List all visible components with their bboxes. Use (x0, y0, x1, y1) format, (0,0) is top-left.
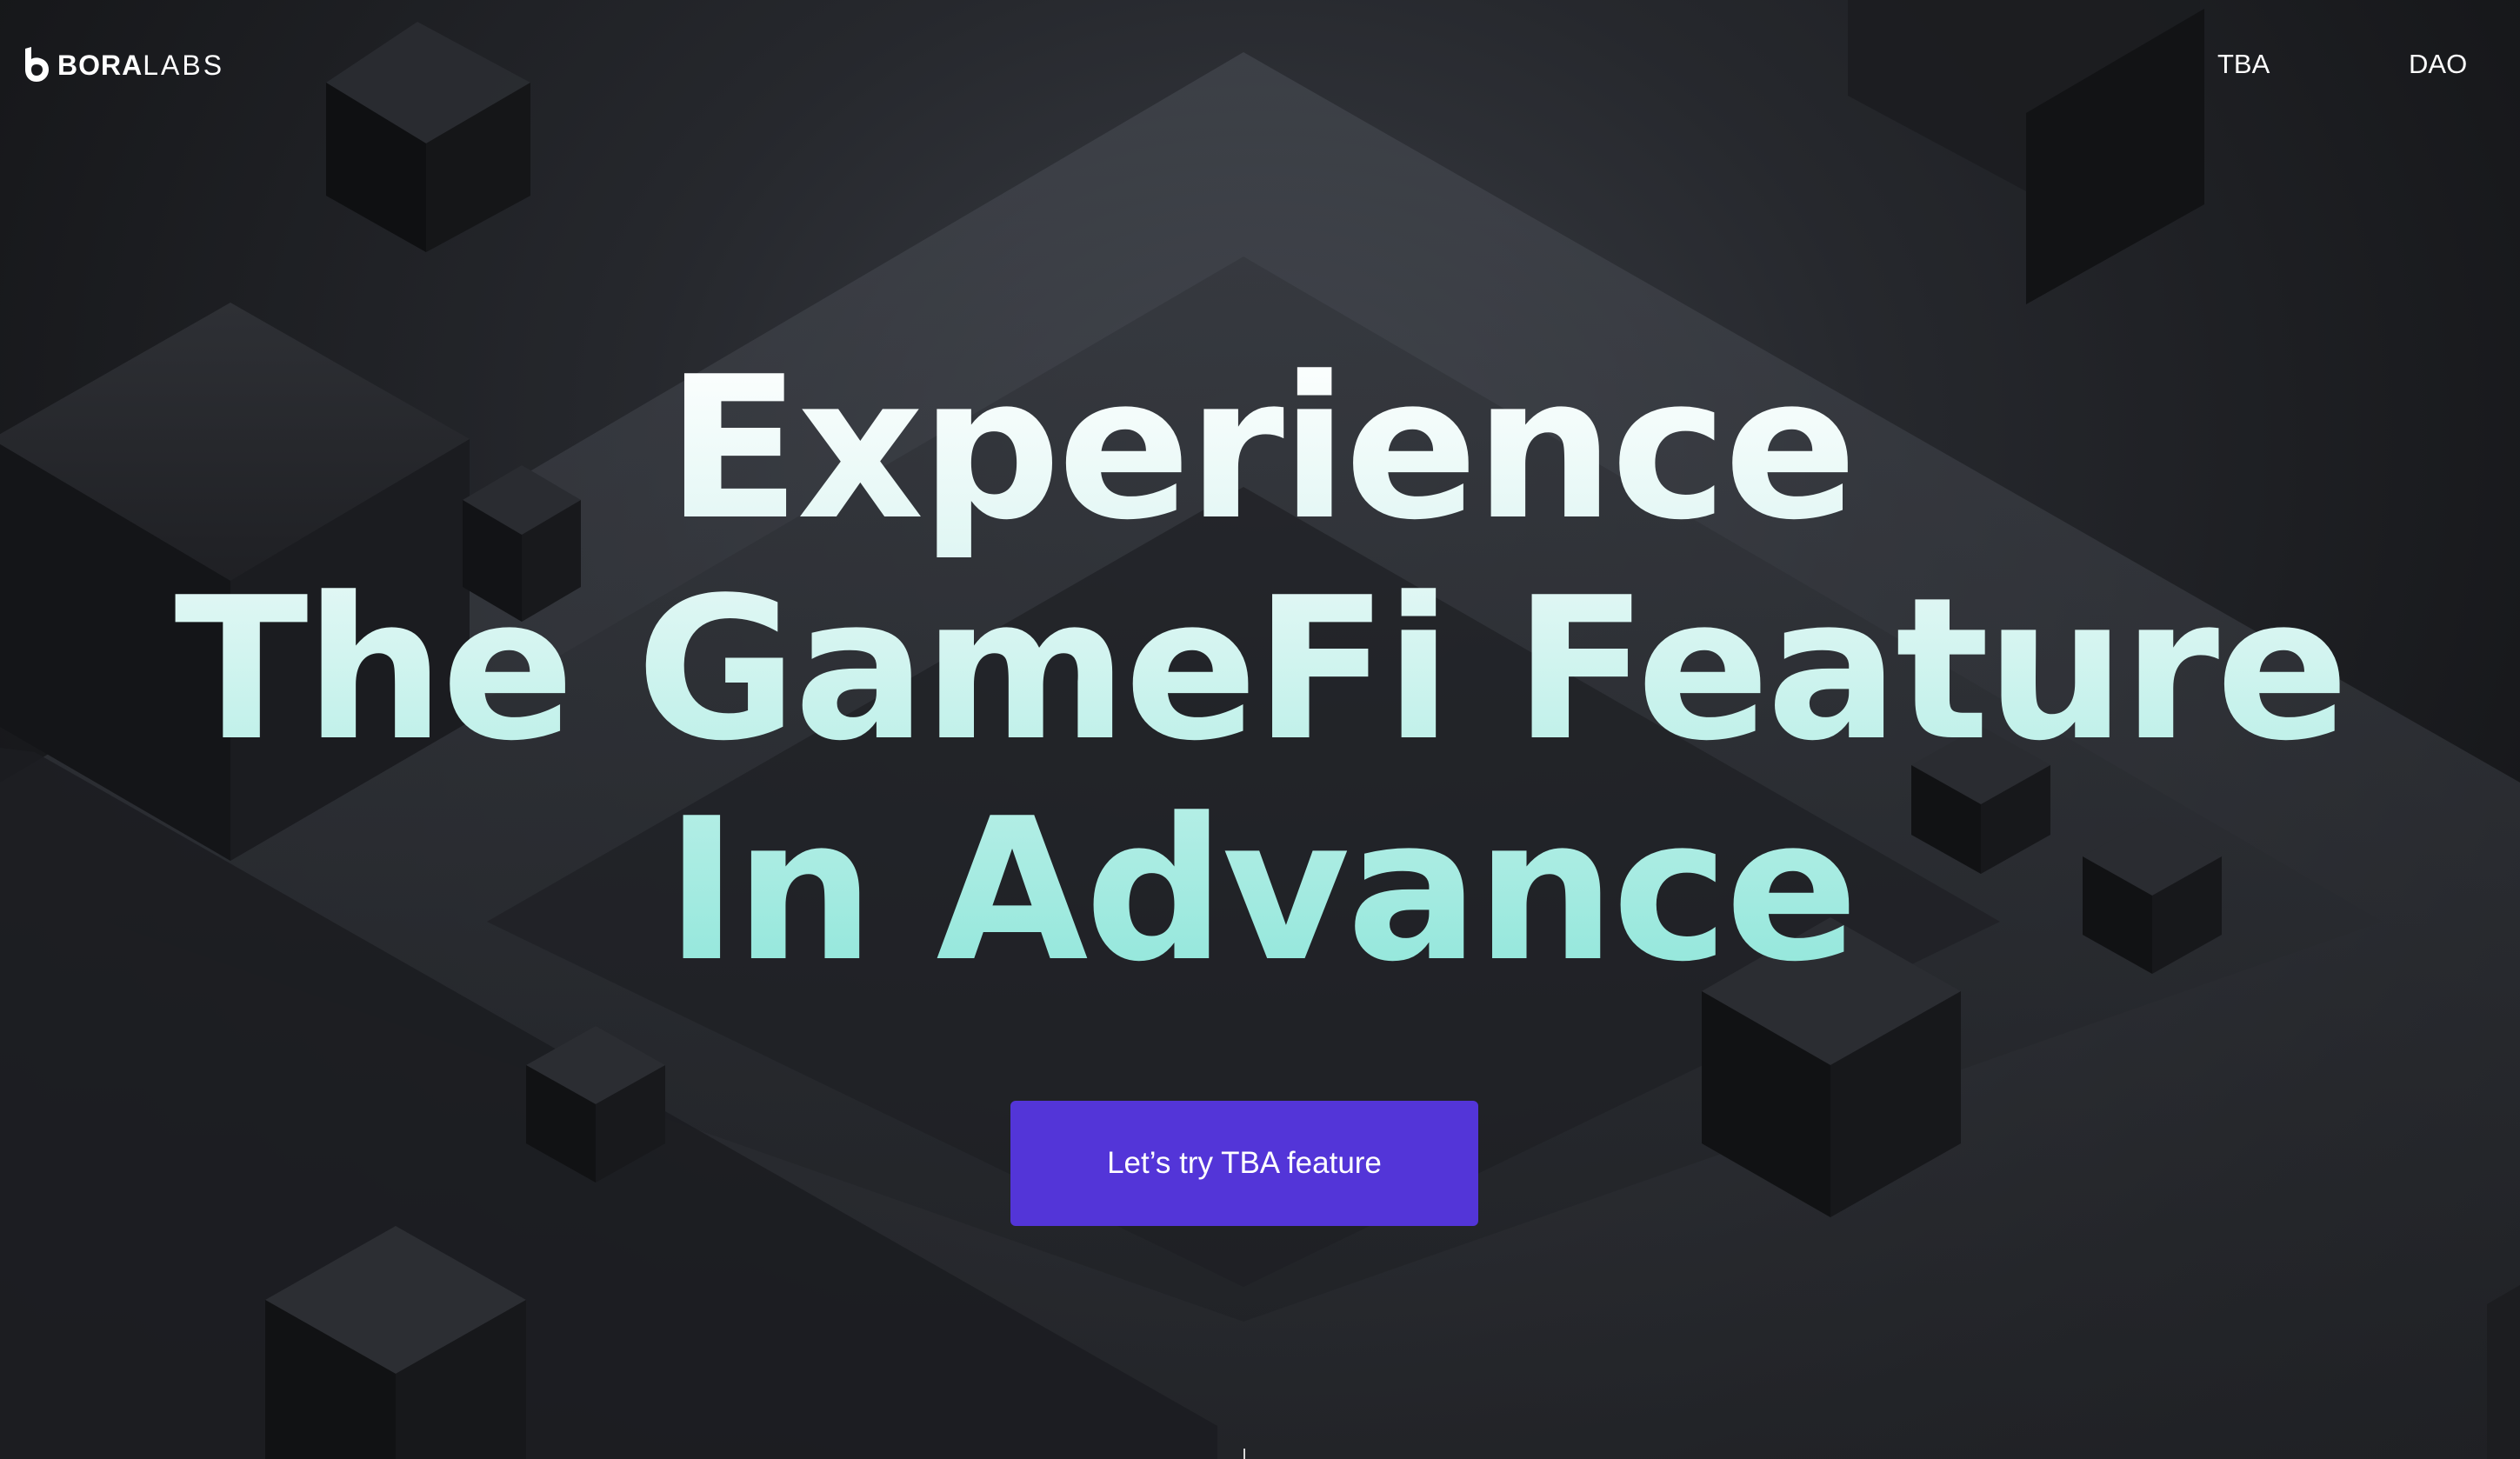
try-tba-feature-button[interactable]: Let’s try TBA feature (1010, 1101, 1478, 1226)
bora-b-icon (25, 47, 49, 82)
scroll-indicator (1243, 1449, 1245, 1459)
brand-name-light: LABS (143, 49, 225, 81)
site-header: BORA LABS TBA DAO (0, 0, 2520, 130)
hero-line-1: Experience (0, 339, 2520, 560)
boralabs-logo[interactable]: BORA LABS (23, 47, 224, 83)
brand-name-bold: BORA (57, 49, 143, 81)
hero-line-2: The GameFi Feature (0, 560, 2520, 781)
hero-headline: Experience The GameFi Feature In Advance (0, 339, 2520, 1002)
hero-line-3: In Advance (0, 781, 2520, 1002)
landing-page: BORA LABS TBA DAO Experience The GameFi … (0, 0, 2520, 1459)
nav-item-tba[interactable]: TBA (2217, 49, 2270, 80)
nav-item-dao[interactable]: DAO (2409, 49, 2467, 80)
